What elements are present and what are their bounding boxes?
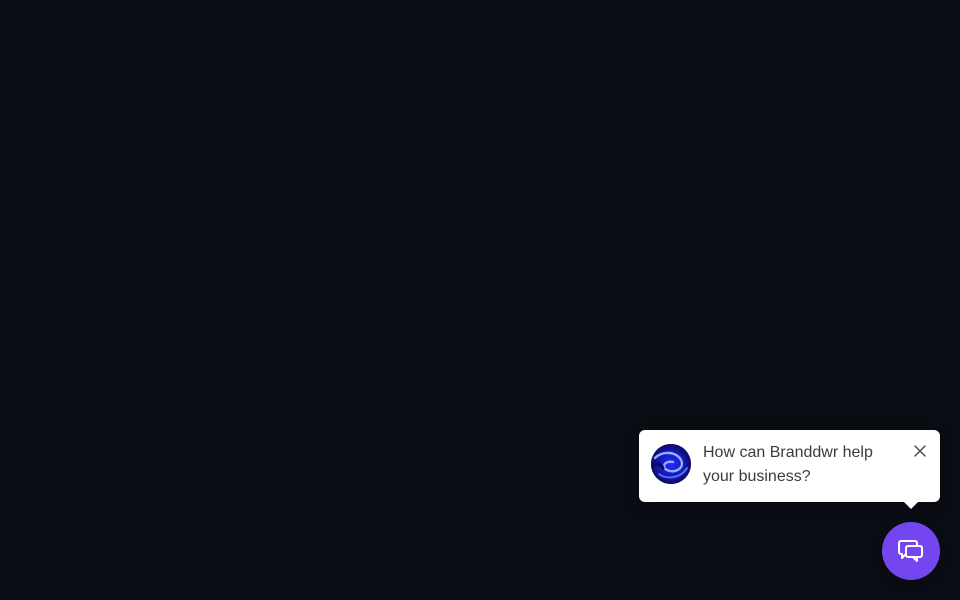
chat-greeting-popup[interactable]: How can Branddwr help your business? <box>639 430 940 509</box>
page-background: How can Branddwr help your business? <box>0 0 960 600</box>
greeting-message: How can Branddwr help your business? <box>703 444 873 485</box>
chat-bubbles-icon <box>898 540 923 562</box>
close-popup-button[interactable] <box>911 442 929 460</box>
popup-tail <box>902 500 920 509</box>
close-icon <box>914 445 926 457</box>
chat-launcher-button[interactable] <box>882 522 940 580</box>
brand-avatar <box>651 444 691 484</box>
swirl-logo-icon <box>651 444 691 484</box>
